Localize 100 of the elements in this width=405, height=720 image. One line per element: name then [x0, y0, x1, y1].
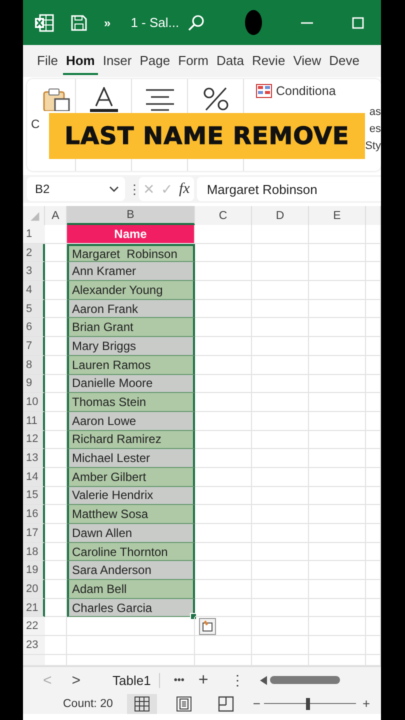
empty-cell[interactable] [252, 393, 309, 412]
empty-cell[interactable] [309, 561, 366, 580]
paste-options-icon[interactable] [199, 618, 216, 635]
fill-handle[interactable] [190, 613, 197, 620]
formula-field[interactable]: Margaret Robinson [196, 177, 381, 201]
row-header[interactable] [23, 654, 45, 666]
empty-cell[interactable] [309, 580, 366, 599]
empty-cell[interactable] [309, 337, 366, 356]
empty-cell[interactable] [309, 505, 366, 524]
empty-cell[interactable] [309, 225, 366, 244]
empty-cell[interactable] [195, 636, 252, 655]
ribbon-tab[interactable]: File [34, 48, 61, 74]
search-icon[interactable] [187, 14, 206, 32]
row-header[interactable]: 23 [23, 636, 45, 655]
row-header[interactable]: 5 [23, 300, 45, 318]
empty-cell[interactable] [252, 580, 309, 599]
empty-cell[interactable] [309, 281, 366, 300]
empty-cell[interactable] [366, 449, 381, 468]
empty-cell[interactable] [309, 412, 366, 431]
empty-cell[interactable] [366, 524, 381, 543]
empty-cell[interactable] [366, 356, 381, 374]
more-options-button[interactable]: ⋮ [128, 182, 136, 196]
row-header[interactable]: 22 [23, 617, 45, 636]
row-header[interactable]: 16 [23, 505, 45, 524]
conditional-format-icon[interactable] [256, 84, 272, 98]
row-header[interactable]: 10 [23, 393, 45, 412]
zoom-out-button[interactable]: − [252, 696, 260, 712]
empty-cell[interactable] [252, 374, 309, 394]
row-header[interactable]: 3 [23, 262, 45, 282]
empty-cell[interactable] [252, 412, 309, 431]
row-header[interactable]: 15 [23, 486, 45, 506]
row-header[interactable]: 6 [23, 318, 45, 338]
empty-cell[interactable] [309, 262, 366, 282]
column-header[interactable]: C [195, 206, 252, 225]
empty-cell[interactable] [366, 318, 381, 338]
save-icon[interactable] [70, 14, 88, 32]
ribbon-label[interactable]: Sty [365, 140, 381, 152]
more-sheets-button[interactable]: ••• [174, 674, 184, 686]
column-header[interactable]: D [252, 206, 309, 225]
row-header[interactable]: 8 [23, 356, 45, 374]
empty-cell[interactable] [366, 598, 381, 618]
next-sheet-button[interactable]: > [72, 672, 81, 689]
empty-cell[interactable] [366, 636, 381, 655]
empty-cell[interactable] [309, 524, 366, 543]
ribbon-tab[interactable]: Hom [62, 48, 98, 74]
sheet-options-button[interactable]: ⋮ [230, 672, 244, 688]
ribbon-tab[interactable]: Form [175, 48, 212, 74]
ribbon-tab[interactable]: Page [136, 48, 174, 74]
horizontal-scrollbar[interactable] [270, 676, 340, 684]
empty-cell[interactable] [366, 281, 381, 300]
row-header[interactable]: 17 [23, 524, 45, 543]
row-header[interactable]: 14 [23, 468, 45, 487]
empty-cell[interactable] [309, 617, 366, 636]
insert-function-button[interactable]: fx [179, 180, 190, 198]
empty-cell[interactable] [366, 542, 381, 562]
scroll-left-icon[interactable] [260, 676, 268, 685]
row-header[interactable]: 9 [23, 374, 45, 394]
empty-cell[interactable] [309, 542, 366, 562]
empty-cell[interactable] [366, 561, 381, 580]
empty-cell[interactable] [309, 486, 366, 506]
empty-cell[interactable] [252, 486, 309, 506]
empty-cell[interactable] [252, 542, 309, 562]
maximize-icon[interactable] [351, 16, 365, 30]
empty-cell[interactable] [67, 617, 195, 636]
zoom-slider-thumb[interactable] [306, 698, 310, 710]
avatar[interactable] [245, 10, 262, 35]
empty-cell[interactable] [252, 636, 309, 655]
empty-cell[interactable] [252, 505, 309, 524]
ribbon-tab[interactable]: Inser [100, 48, 135, 74]
empty-cell[interactable] [252, 281, 309, 300]
empty-cell[interactable] [252, 318, 309, 338]
empty-cell[interactable] [366, 374, 381, 394]
column-header[interactable]: B [67, 206, 195, 225]
row-header[interactable]: 7 [23, 337, 45, 356]
empty-cell[interactable] [309, 356, 366, 374]
empty-cell[interactable] [67, 636, 195, 655]
empty-cell[interactable] [366, 262, 381, 282]
zoom-in-button[interactable]: + [362, 696, 370, 712]
row-header[interactable]: 4 [23, 281, 45, 300]
conditional-formatting-button[interactable]: Conditiona [276, 84, 336, 98]
empty-cell[interactable] [252, 561, 309, 580]
align-center-icon[interactable] [144, 87, 174, 111]
empty-cell[interactable] [366, 300, 381, 318]
empty-cell[interactable] [252, 300, 309, 318]
add-sheet-button[interactable]: + [198, 670, 208, 690]
empty-cell[interactable] [309, 300, 366, 318]
spreadsheet-logo-icon[interactable] [34, 14, 54, 32]
empty-cell[interactable] [252, 468, 309, 487]
empty-cell[interactable] [252, 430, 309, 450]
document-title[interactable]: 1 - Sal... [130, 15, 188, 30]
empty-cell[interactable] [366, 617, 381, 636]
empty-cell[interactable] [195, 617, 252, 636]
empty-cell[interactable] [309, 374, 366, 394]
empty-cell[interactable] [252, 617, 309, 636]
empty-cell[interactable] [252, 262, 309, 282]
clipboard-icon[interactable] [41, 87, 71, 111]
empty-cell[interactable] [252, 356, 309, 374]
empty-cell[interactable] [309, 468, 366, 487]
empty-cell[interactable] [309, 430, 366, 450]
empty-cell[interactable] [366, 225, 381, 244]
